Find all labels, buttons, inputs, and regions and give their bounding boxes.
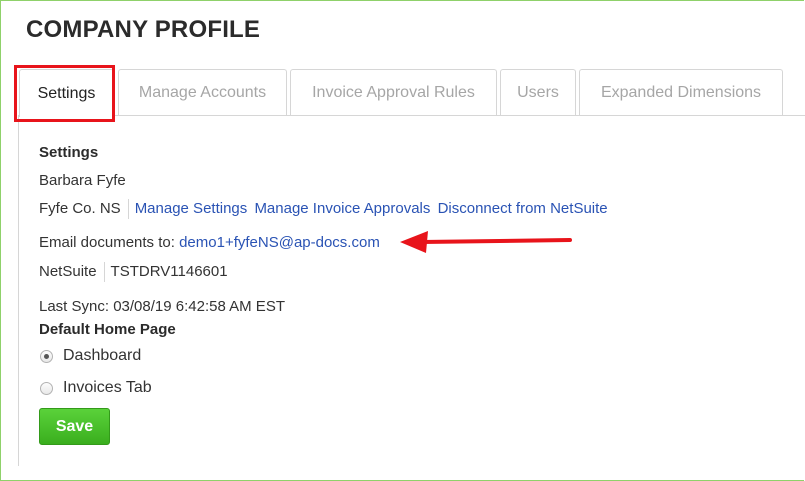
manage-invoice-approvals-link[interactable]: Manage Invoice Approvals: [254, 200, 430, 217]
default-home-page-heading: Default Home Page: [39, 321, 176, 338]
account-id: TSTDRV1146601: [110, 262, 228, 280]
radio-option-dashboard[interactable]: Dashboard: [40, 347, 141, 365]
disconnect-netsuite-link[interactable]: Disconnect from NetSuite: [438, 200, 608, 217]
user-name: Barbara Fyfe: [39, 172, 126, 189]
company-name: Fyfe Co. NS: [39, 199, 121, 217]
tab-users[interactable]: Users: [500, 69, 576, 115]
radio-label-dashboard: Dashboard: [63, 347, 142, 364]
divider: [127, 199, 129, 219]
settings-heading: Settings: [39, 144, 99, 161]
save-button[interactable]: Save: [39, 408, 110, 445]
radio-button-icon[interactable]: [40, 381, 53, 395]
radio-option-invoices-tab[interactable]: Invoices Tab: [40, 379, 152, 397]
radio-button-icon[interactable]: [40, 349, 53, 363]
tab-expanded-dimensions[interactable]: Expanded Dimensions: [579, 69, 783, 115]
tab-invoice-approval-rules[interactable]: Invoice Approval Rules: [290, 69, 497, 115]
integration-row: NetSuite TSTDRV1146601: [39, 262, 228, 282]
integration-name: NetSuite: [39, 262, 97, 280]
email-address-link[interactable]: demo1+fyfeNS@ap-docs.com: [179, 234, 380, 251]
last-sync: Last Sync: 03/08/19 6:42:58 AM EST: [39, 298, 285, 315]
panel-border: [18, 116, 19, 466]
tab-manage-accounts[interactable]: Manage Accounts: [118, 69, 287, 115]
divider: [103, 262, 105, 282]
email-label: Email documents to:: [39, 234, 175, 251]
red-arrow-icon: [400, 231, 572, 253]
email-row: Email documents to: demo1+fyfeNS@ap-docs…: [39, 234, 380, 251]
radio-selected-dot: [44, 353, 49, 359]
radio-label-invoices-tab: Invoices Tab: [63, 379, 152, 396]
tab-settings[interactable]: Settings: [19, 69, 114, 117]
tabs-divider: [18, 115, 805, 116]
manage-settings-link[interactable]: Manage Settings: [135, 200, 248, 217]
page-title: COMPANY PROFILE: [26, 16, 261, 43]
company-row: Fyfe Co. NS Manage Settings Manage Invoic…: [39, 199, 608, 219]
